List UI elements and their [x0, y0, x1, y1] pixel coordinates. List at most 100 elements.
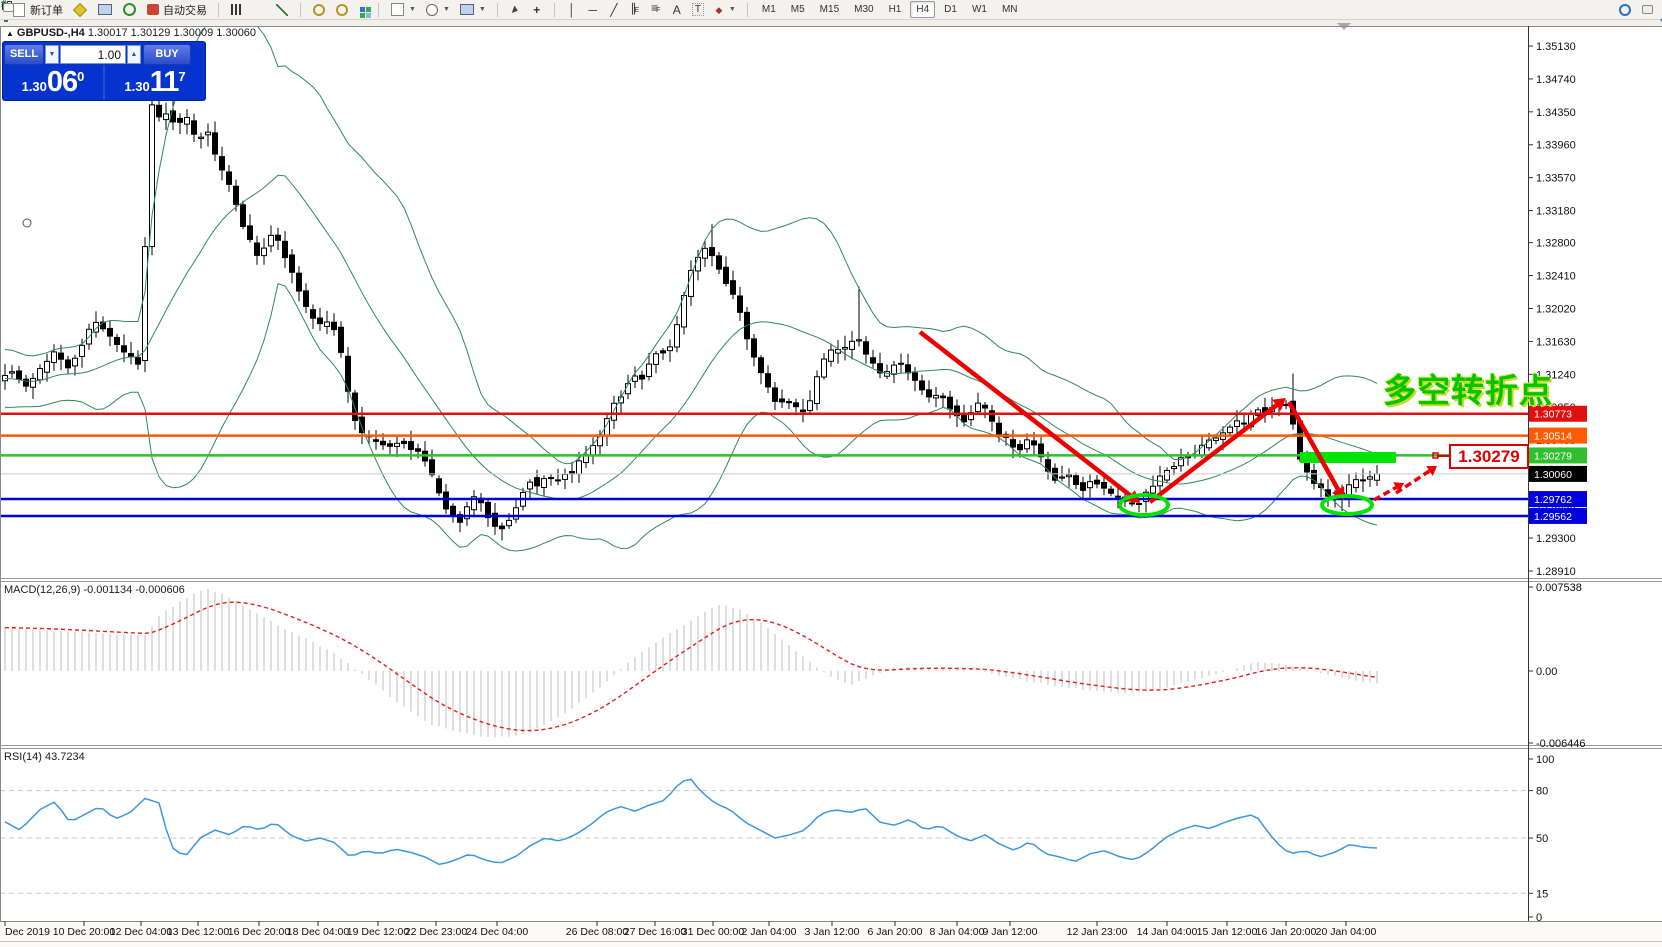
candle	[829, 350, 834, 361]
time-axis-label: 26 Dec 08:00	[566, 926, 629, 938]
volume-decrease-spinner[interactable]: ▼	[45, 45, 59, 64]
vertical-line-button[interactable]: │	[563, 2, 581, 18]
candle	[906, 365, 911, 373]
candle	[108, 328, 113, 336]
candle	[500, 526, 505, 529]
collapse-triangle-icon[interactable]: ▲	[6, 29, 14, 38]
candle	[612, 403, 617, 420]
timeframe-button-m5[interactable]: M5	[785, 1, 811, 18]
timeframe-button-h4[interactable]: H4	[910, 1, 935, 18]
toolbar-group: 新订单 自动交易	[4, 1, 214, 19]
signals-button[interactable]	[119, 1, 140, 18]
horizontal-line-button[interactable]: ─	[584, 2, 602, 18]
candle	[1102, 483, 1107, 489]
candle	[1172, 467, 1177, 469]
bar-chart-button-glyph	[231, 4, 242, 15]
candle	[808, 401, 813, 411]
candle	[437, 479, 442, 493]
line-chart-button-glyph	[276, 4, 288, 16]
candle	[913, 373, 918, 380]
candle	[1032, 441, 1037, 445]
buy-price-fraction: 7	[178, 69, 185, 84]
candle	[556, 480, 561, 481]
time-axis-label: 20 Jan 04:00	[1316, 926, 1377, 938]
zoom-in-button[interactable]	[309, 2, 329, 18]
candle	[731, 281, 736, 295]
tile-windows-button[interactable]	[355, 4, 370, 15]
candle	[73, 358, 78, 366]
community-icon[interactable]	[1637, 2, 1658, 17]
candle	[143, 247, 148, 361]
indicators-button[interactable]: ▼	[387, 1, 419, 18]
candle	[633, 376, 638, 381]
text-button-glyph: A	[671, 3, 683, 17]
zoom-out-button[interactable]	[332, 2, 352, 18]
candle	[234, 186, 239, 204]
label-button[interactable]: T	[689, 2, 707, 17]
templates-button[interactable]: ▼	[456, 1, 489, 18]
rsi-scale-label: 15	[1536, 888, 1548, 900]
candle	[1284, 405, 1289, 406]
crosshair-button[interactable]: +	[528, 2, 546, 18]
toolbar-separator	[218, 3, 219, 17]
fibonacci-button[interactable]: ≡F	[647, 0, 665, 19]
turning-point-annotation[interactable]: 多空转折点	[1383, 364, 1553, 412]
volume-input[interactable]: 1.00	[60, 45, 126, 64]
chart-canvas[interactable]: 1.351301.347401.343501.339601.335701.331…	[0, 0, 1662, 947]
timeframe-button-mn[interactable]: MN	[996, 1, 1024, 18]
profiles-button[interactable]	[94, 1, 116, 18]
new-order-button[interactable]: 新订单	[8, 1, 66, 19]
sell-price[interactable]: 1.30 06 0	[3, 65, 105, 99]
price-badge-label: 1.29762	[1534, 494, 1572, 506]
candle	[430, 460, 435, 475]
candle	[402, 441, 407, 443]
candle	[241, 205, 246, 227]
text-button[interactable]: A	[668, 2, 686, 18]
price-callout-label[interactable]: 1.30279	[1449, 444, 1529, 469]
periods-button[interactable]: ▼	[422, 2, 453, 18]
candle	[304, 291, 309, 307]
rsi-indicator-label: RSI(14) 43.7234	[4, 751, 85, 763]
buy-button[interactable]: BUY	[143, 44, 191, 65]
timeframe-button-m1[interactable]: M1	[756, 1, 782, 18]
candle	[297, 273, 302, 291]
sell-button[interactable]: SELL	[4, 44, 44, 65]
chart-window-button[interactable]	[69, 2, 91, 18]
timeframe-button-h1[interactable]: H1	[883, 1, 908, 18]
timeframe-button-m30[interactable]: M30	[848, 1, 879, 18]
horizontal-line-button-glyph: ─	[587, 3, 599, 17]
timeframe-button-d1[interactable]: D1	[938, 1, 963, 18]
bar-chart-button[interactable]	[227, 2, 246, 17]
candle	[1368, 477, 1373, 479]
candle	[199, 137, 204, 138]
trendline-button[interactable]: ╱	[605, 2, 623, 18]
time-axis-label: Dec 2019	[5, 926, 50, 938]
line-chart-button[interactable]	[272, 2, 292, 18]
cursor-button[interactable]	[506, 2, 525, 18]
candle	[577, 461, 582, 474]
candle	[178, 118, 183, 122]
channel-button[interactable]: ∥E	[626, 0, 644, 19]
auto-trading-button[interactable]: 自动交易	[143, 1, 210, 19]
candle	[997, 423, 1002, 434]
candle	[290, 255, 295, 272]
candle	[794, 403, 799, 407]
candle	[66, 360, 71, 368]
candle	[542, 479, 547, 488]
candle	[262, 248, 267, 255]
arrows-button[interactable]: ◆▼	[710, 2, 739, 18]
label-button-glyph: T	[692, 3, 704, 16]
candle	[416, 449, 421, 452]
search-icon[interactable]	[1615, 2, 1635, 18]
candle	[990, 411, 995, 421]
candle	[1165, 470, 1170, 480]
timeframe-button-w1[interactable]: W1	[966, 1, 993, 18]
rsi-scale-label: 100	[1536, 754, 1554, 766]
buy-price[interactable]: 1.30 11 7	[105, 65, 205, 99]
timeframe-button-m15[interactable]: M15	[814, 1, 845, 18]
candlestick-chart-button[interactable]	[249, 2, 269, 18]
candle	[976, 403, 981, 412]
green-highlight-bar[interactable]	[1300, 452, 1396, 463]
ellipse-object[interactable]	[23, 219, 31, 227]
volume-increase-spinner[interactable]: ▲	[127, 45, 141, 64]
